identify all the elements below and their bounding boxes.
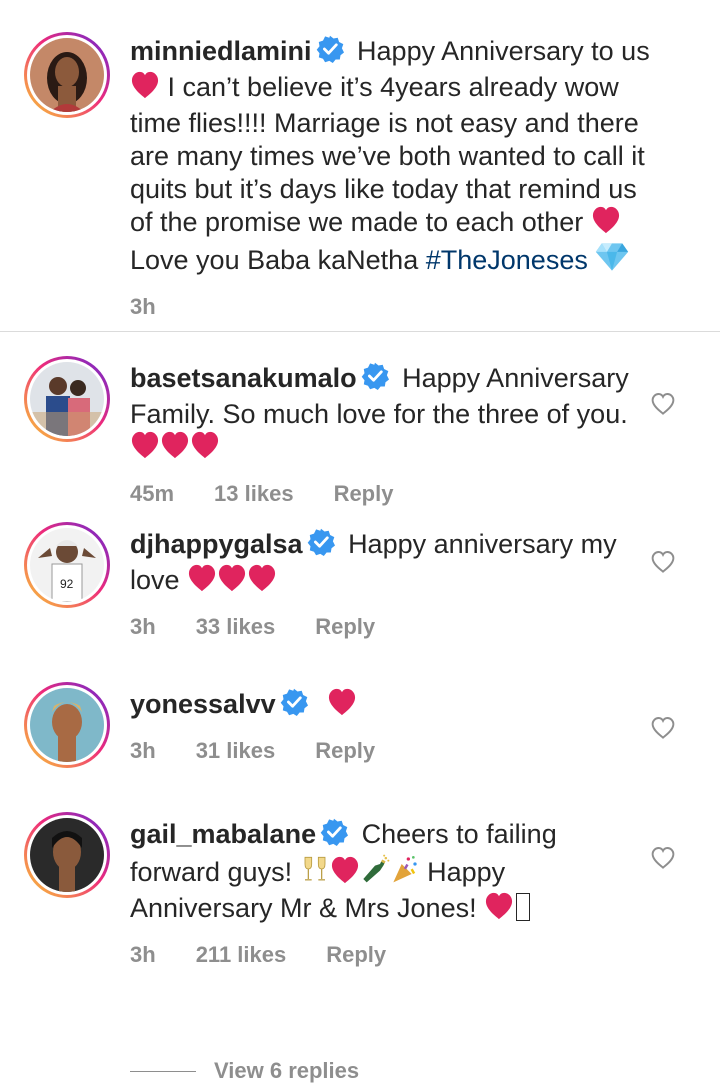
- svg-text:92: 92: [60, 577, 74, 591]
- caption-text: minniedlamini Happy Anniversary to us I …: [130, 35, 660, 280]
- red-heart-icon: [190, 431, 220, 467]
- reply-button[interactable]: Reply: [315, 738, 375, 764]
- comment-username[interactable]: djhappygalsa: [130, 529, 303, 559]
- red-heart-icon: [484, 892, 514, 928]
- verified-badge-icon: [320, 818, 348, 854]
- caption-text-part3: Love you Baba kaNetha: [130, 245, 419, 275]
- red-heart-icon: [330, 856, 360, 892]
- verified-badge-icon: [280, 688, 308, 724]
- champagne-glasses-icon: [300, 854, 330, 892]
- comment-item: gail_mabalane Cheers to failing forward …: [0, 812, 720, 1018]
- comment-meta: 45m 13 likes Reply: [130, 481, 640, 507]
- diamond-icon: [595, 242, 629, 280]
- red-heart-icon: [217, 564, 247, 600]
- avatar[interactable]: [30, 362, 104, 436]
- comment-meta: 3h 33 likes Reply: [130, 614, 640, 640]
- caption-meta: 3h: [130, 294, 660, 320]
- verified-badge-icon: [361, 362, 389, 398]
- like-heart-icon[interactable]: [650, 846, 676, 870]
- timestamp: 3h: [130, 294, 156, 319]
- red-heart-icon: [160, 431, 190, 467]
- comment-text: djhappygalsa Happy anniversary my love: [130, 528, 640, 600]
- timestamp: 3h: [130, 738, 156, 763]
- comment-item: basetsanakumalo Happy Anniversary Family…: [0, 332, 720, 528]
- comment-text: yonessalvv: [130, 688, 640, 724]
- red-heart-icon: [327, 688, 357, 724]
- caption-username[interactable]: minniedlamini: [130, 36, 312, 66]
- avatar-story-ring[interactable]: [24, 682, 110, 768]
- avatar[interactable]: [30, 688, 104, 762]
- red-heart-icon: [591, 206, 621, 242]
- like-heart-icon[interactable]: [650, 550, 676, 574]
- red-heart-icon: [247, 564, 277, 600]
- comment-item: yonessalvv 3h 31 likes Reply: [0, 682, 720, 818]
- party-popper-icon: [390, 854, 420, 892]
- timestamp: 45m: [130, 481, 175, 506]
- caption-text-part2: I can’t believe it’s 4years already wow …: [130, 72, 645, 237]
- missing-glyph-icon: [516, 893, 531, 921]
- avatar-story-ring[interactable]: 92: [24, 522, 110, 608]
- likes-count[interactable]: 13 likes: [214, 481, 294, 507]
- avatar[interactable]: 92: [30, 528, 104, 602]
- hashtag-link[interactable]: #TheJoneses: [426, 245, 588, 275]
- reply-button[interactable]: Reply: [334, 481, 394, 507]
- avatar-story-ring[interactable]: [24, 812, 110, 898]
- champagne-bottle-icon: [360, 854, 390, 892]
- comment-username[interactable]: gail_mabalane: [130, 819, 316, 849]
- likes-count[interactable]: 33 likes: [196, 614, 276, 640]
- timestamp: 3h: [130, 614, 156, 639]
- caption-text-part1: Happy Anniversary to us: [357, 36, 650, 66]
- comment-username[interactable]: yonessalvv: [130, 689, 276, 719]
- avatar-story-ring[interactable]: [24, 32, 110, 118]
- avatar[interactable]: [30, 38, 104, 112]
- verified-badge-icon: [316, 35, 344, 71]
- post-caption: minniedlamini Happy Anniversary to us I …: [0, 0, 720, 332]
- comment-meta: 3h 31 likes Reply: [130, 738, 640, 764]
- red-heart-icon: [187, 564, 217, 600]
- likes-count[interactable]: 211 likes: [196, 942, 287, 968]
- red-heart-icon: [130, 431, 160, 467]
- divider-line: [130, 1070, 196, 1072]
- reply-button[interactable]: Reply: [315, 614, 375, 640]
- comment-username[interactable]: basetsanakumalo: [130, 363, 357, 393]
- like-heart-icon[interactable]: [650, 716, 676, 740]
- reply-button[interactable]: Reply: [326, 942, 386, 968]
- avatar-story-ring[interactable]: [24, 356, 110, 442]
- comment-meta: 3h 211 likes Reply: [130, 942, 640, 968]
- likes-count[interactable]: 31 likes: [196, 738, 276, 764]
- view-replies-label[interactable]: View 6 replies: [214, 1058, 359, 1084]
- comment-item: 92 djhappygalsa Happy anniversary my lov…: [0, 522, 720, 688]
- timestamp: 3h: [130, 942, 156, 967]
- avatar[interactable]: [30, 818, 104, 892]
- red-heart-icon: [130, 71, 160, 107]
- verified-badge-icon: [307, 528, 335, 564]
- like-heart-icon[interactable]: [650, 392, 676, 416]
- view-replies-button[interactable]: View 6 replies: [130, 1058, 359, 1084]
- comment-text: gail_mabalane Cheers to failing forward …: [130, 818, 640, 928]
- comment-text: basetsanakumalo Happy Anniversary Family…: [130, 362, 640, 467]
